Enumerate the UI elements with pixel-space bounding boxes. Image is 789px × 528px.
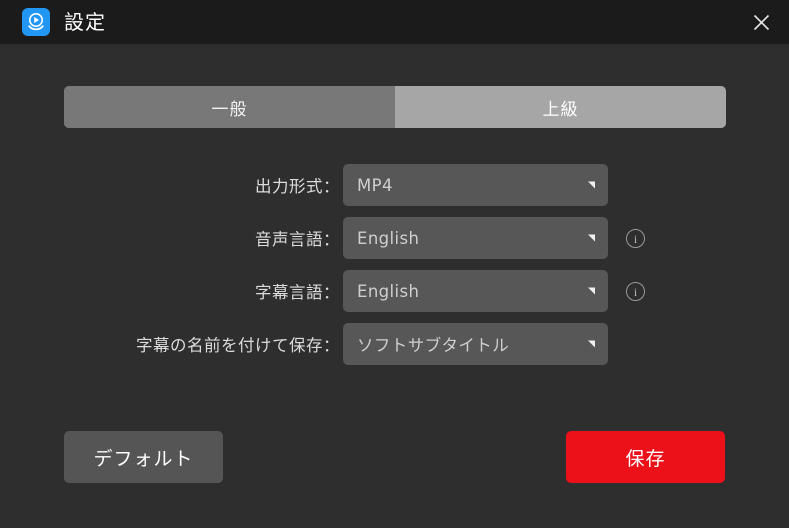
advanced-settings-form: 出力形式： MP4 音声言語： English i 字幕言語： English bbox=[0, 164, 789, 376]
audio-language-select[interactable]: English bbox=[343, 217, 608, 259]
save-button[interactable]: 保存 bbox=[566, 431, 725, 483]
footer-actions: デフォルト 保存 bbox=[64, 431, 725, 483]
tab-advanced-label: 上級 bbox=[542, 99, 579, 120]
subtitle-save-as-value: ソフトサブタイトル bbox=[357, 336, 510, 355]
output-format-label: 出力形式： bbox=[255, 177, 340, 196]
default-button-label: デフォルト bbox=[93, 447, 194, 470]
settings-content: 一般 上級 出力形式： MP4 音声言語： English i 字幕言語： En… bbox=[0, 44, 789, 528]
tab-advanced[interactable]: 上級 bbox=[395, 86, 726, 128]
window-title: 設定 bbox=[64, 10, 106, 34]
tab-general-label: 一般 bbox=[211, 99, 248, 120]
audio-language-label: 音声言語： bbox=[255, 230, 340, 249]
output-format-value: MP4 bbox=[357, 175, 393, 195]
row-audio-language: 音声言語： English i bbox=[0, 217, 789, 259]
subtitle-language-value: English bbox=[357, 281, 420, 301]
row-subtitle-language: 字幕言語： English i bbox=[0, 270, 789, 312]
settings-window: 設定 一般 上級 出力形式： MP4 音声言語： English i 字幕言語：… bbox=[0, 0, 789, 528]
save-button-label: 保存 bbox=[625, 447, 666, 470]
row-subtitle-save-as: 字幕の名前を付けて保存： ソフトサブタイトル bbox=[0, 323, 789, 365]
subtitle-save-as-select[interactable]: ソフトサブタイトル bbox=[343, 323, 608, 365]
default-button[interactable]: デフォルト bbox=[64, 431, 223, 483]
chevron-down-icon bbox=[588, 287, 595, 295]
chevron-down-icon bbox=[588, 340, 595, 348]
subtitle-language-select[interactable]: English bbox=[343, 270, 608, 312]
row-output-format: 出力形式： MP4 bbox=[0, 164, 789, 206]
play-logo-icon bbox=[22, 8, 50, 36]
audio-language-info-icon[interactable]: i bbox=[626, 228, 645, 248]
subtitle-save-as-label: 字幕の名前を付けて保存： bbox=[136, 336, 340, 355]
tab-bar: 一般 上級 bbox=[64, 86, 726, 128]
subtitle-language-label: 字幕言語： bbox=[255, 283, 340, 302]
close-icon[interactable] bbox=[733, 0, 789, 44]
chevron-down-icon bbox=[588, 181, 595, 189]
title-bar: 設定 bbox=[0, 0, 789, 44]
output-format-select[interactable]: MP4 bbox=[343, 164, 608, 206]
chevron-down-icon bbox=[588, 234, 595, 242]
tab-general[interactable]: 一般 bbox=[64, 86, 395, 128]
subtitle-language-info-icon[interactable]: i bbox=[626, 281, 645, 301]
audio-language-value: English bbox=[357, 228, 420, 248]
